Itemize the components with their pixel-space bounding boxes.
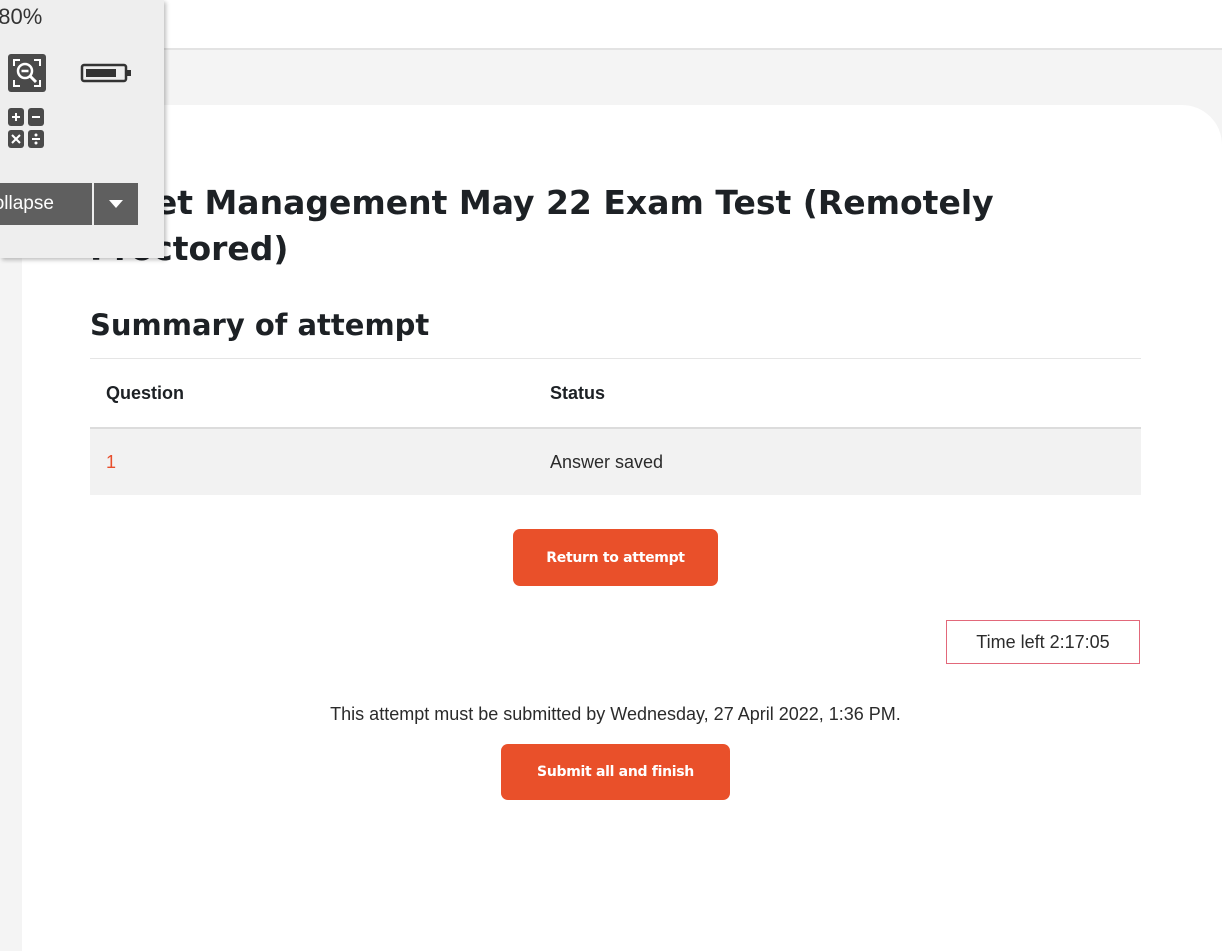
calculator-icon[interactable] <box>8 108 44 148</box>
question-cell: 1 <box>90 428 534 495</box>
caret-down-icon <box>109 200 123 208</box>
submission-deadline-text: This attempt must be submitted by Wednes… <box>330 704 901 724</box>
top-navbar <box>0 0 1222 50</box>
column-header-question: Question <box>90 358 534 429</box>
collapse-button[interactable]: Collapse <box>0 183 94 225</box>
summary-heading: Summary of attempt <box>90 308 430 342</box>
collapse-dropdown-toggle[interactable] <box>94 183 138 225</box>
summary-table: Question Status 1 Answer saved <box>90 358 1141 495</box>
accessibility-widget: 180% Collapse <box>0 0 164 258</box>
zoom-level: 180% <box>0 4 43 29</box>
page-title: Asset Management May 22 Exam Test (Remot… <box>90 183 994 268</box>
column-header-status: Status <box>534 358 1141 429</box>
table-header-row: Question Status <box>90 358 1141 429</box>
table-row: 1 Answer saved <box>90 428 1141 495</box>
submit-all-and-finish-button[interactable]: Submit all and finish <box>501 744 730 800</box>
question-link[interactable]: 1 <box>106 452 116 472</box>
battery-icon[interactable] <box>80 62 132 84</box>
status-cell: Answer saved <box>534 428 1141 495</box>
collapse-control[interactable]: Collapse <box>0 183 138 225</box>
zoom-out-icon[interactable] <box>8 54 46 92</box>
return-to-attempt-button[interactable]: Return to attempt <box>513 529 718 586</box>
time-left-timer: Time left 2:17:05 <box>946 620 1140 664</box>
